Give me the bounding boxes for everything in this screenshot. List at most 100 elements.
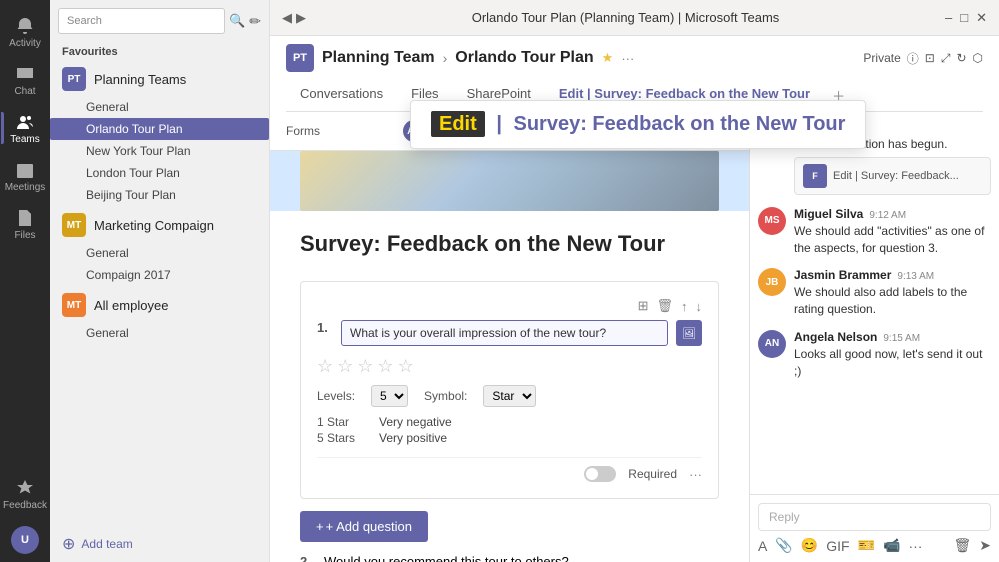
toolbar-icon-4[interactable]: ⬡ bbox=[973, 51, 983, 65]
nav-item-activity[interactable]: Activity bbox=[1, 8, 49, 56]
breadcrumb-arrow: › bbox=[443, 50, 448, 66]
move-up-icon[interactable]: ↑ bbox=[681, 299, 688, 314]
team-avatar-mc: MT bbox=[62, 213, 86, 237]
forward-arrow[interactable]: ▶ bbox=[296, 10, 306, 26]
add-question-button[interactable]: + + Add question bbox=[300, 511, 428, 542]
symbol-select[interactable]: Star bbox=[483, 385, 536, 407]
tooltip-content: Edit | Survey: Feedback on the New Tour bbox=[431, 113, 749, 136]
nav-item-meetings[interactable]: Meetings bbox=[1, 152, 49, 200]
team-item-marketing[interactable]: MT Marketing Compaign bbox=[50, 208, 269, 242]
grid-icon[interactable]: ⊞ bbox=[638, 298, 649, 314]
move-down-icon[interactable]: ↓ bbox=[696, 299, 703, 314]
channel-item-newyork[interactable]: New York Tour Plan bbox=[50, 140, 269, 162]
question-card-1: ⊞ 🗑 ↑ ↓ 1. 🖼 ☆ ☆ ☆ bbox=[300, 281, 719, 499]
channel-item-beijing[interactable]: Beijing Tour Plan bbox=[50, 184, 269, 206]
window-title: Orlando Tour Plan (Planning Team) | Micr… bbox=[314, 10, 937, 25]
channel-item-general-mc[interactable]: General bbox=[50, 242, 269, 264]
minimize-button[interactable]: – bbox=[945, 10, 952, 26]
team-item-allemployee[interactable]: MT All employee bbox=[50, 288, 269, 322]
search-icon[interactable]: 🔍 bbox=[229, 13, 245, 29]
chat-reply-input[interactable]: Reply bbox=[758, 503, 991, 531]
star-icon[interactable]: ★ bbox=[602, 50, 614, 66]
question-more-icon[interactable]: ··· bbox=[689, 467, 702, 482]
chat-avatar-2: JB bbox=[758, 268, 786, 296]
chat-msg-time-2: 9:13 AM bbox=[897, 271, 934, 282]
channel-item-general-pt[interactable]: General bbox=[50, 96, 269, 118]
user-avatar[interactable]: U bbox=[11, 526, 39, 554]
tab-conversations[interactable]: Conversations bbox=[286, 80, 397, 112]
star-2: ☆ bbox=[337, 356, 353, 377]
emoji-icon[interactable]: 😊 bbox=[801, 537, 818, 554]
chat-msg-body-2: Jasmin Brammer 9:13 AM We should also ad… bbox=[794, 268, 991, 318]
team-group-mc: MT Marketing Compaign General Compaign 2… bbox=[50, 208, 269, 286]
channel-item-london[interactable]: London Tour Plan bbox=[50, 162, 269, 184]
chat-msg-time-3: 9:15 AM bbox=[883, 333, 920, 344]
more-icon[interactable]: ··· bbox=[621, 51, 634, 66]
required-toggle[interactable] bbox=[584, 466, 616, 482]
chat-messages: K Kat 9:10 AM Tab conversation has begun… bbox=[750, 112, 999, 494]
question-1-input[interactable] bbox=[341, 320, 668, 346]
toolbar-icon-2[interactable]: ⤢ bbox=[941, 51, 951, 66]
format-icon[interactable]: A bbox=[758, 538, 767, 554]
delete-msg-icon[interactable]: 🗑 bbox=[953, 537, 971, 554]
nav-item-teams[interactable]: Teams bbox=[1, 104, 49, 152]
rating-options: Levels: 5 Symbol: Star bbox=[317, 385, 702, 407]
chat-msg-3: AN Angela Nelson 9:15 AM Looks all good … bbox=[758, 330, 991, 380]
attach-icon[interactable]: 📎 bbox=[775, 537, 792, 554]
toolbar-icon-1[interactable]: ⊡ bbox=[925, 51, 935, 65]
nav-arrows: ◀ ▶ bbox=[282, 10, 306, 26]
add-team-button[interactable]: ⊕ Add team bbox=[50, 526, 269, 562]
close-button[interactable]: ✕ bbox=[976, 10, 987, 26]
channel-name-text: Orlando Tour Plan bbox=[455, 49, 593, 67]
symbol-label: Symbol: bbox=[424, 389, 467, 403]
channel-item-compaign[interactable]: Compaign 2017 bbox=[50, 264, 269, 286]
form-content: Survey: Feedback on the New Tour ⊞ 🗑 ↑ ↓… bbox=[270, 151, 749, 562]
star-1: ☆ bbox=[317, 356, 333, 377]
private-label: Private bbox=[863, 51, 900, 65]
label-row-1: 1 Star Very negative bbox=[317, 415, 702, 429]
star-5: ☆ bbox=[398, 356, 414, 377]
star-3: ☆ bbox=[357, 356, 373, 377]
question-2-text: Would you recommend this tour to others? bbox=[324, 554, 569, 562]
maximize-button[interactable]: □ bbox=[960, 10, 968, 26]
chat-msg-2: JB Jasmin Brammer 9:13 AM We should also… bbox=[758, 268, 991, 318]
nav-item-chat[interactable]: Chat bbox=[1, 56, 49, 104]
send-icon[interactable]: ➤ bbox=[979, 537, 991, 554]
chat-msg-name-1: Miguel Silva bbox=[794, 207, 863, 221]
delete-icon[interactable]: 🗑 bbox=[656, 298, 673, 314]
nav-item-feedback[interactable]: Feedback bbox=[1, 470, 49, 518]
compose-icon[interactable]: ✏ bbox=[249, 13, 261, 30]
search-input[interactable]: Search bbox=[58, 8, 225, 34]
channel-item-orlando[interactable]: Orlando Tour Plan bbox=[50, 118, 269, 140]
form-header-banner bbox=[270, 151, 749, 211]
chat-msg-name-2: Jasmin Brammer bbox=[794, 268, 891, 282]
preview-text-0: Edit | Survey: Feedback... bbox=[833, 170, 959, 182]
info-icon[interactable]: ⓘ bbox=[907, 50, 919, 67]
chat-avatar-3: AN bbox=[758, 330, 786, 358]
team-avatar-pt: PT bbox=[62, 67, 86, 91]
chat-msg-body-1: Miguel Silva 9:12 AM We should add "acti… bbox=[794, 207, 991, 257]
meeting-icon[interactable]: 📹 bbox=[883, 537, 900, 554]
gif-icon[interactable]: GIF bbox=[826, 538, 849, 554]
chat-avatar-1: MS bbox=[758, 207, 786, 235]
chat-panel: K Kat 9:10 AM Tab conversation has begun… bbox=[749, 112, 999, 562]
search-area: Search 🔍 ✏ bbox=[50, 0, 269, 42]
tooltip-pipe: | bbox=[491, 113, 508, 135]
required-label: Required bbox=[628, 467, 677, 481]
active-tab-tooltip: Edit | Survey: Feedback on the New Tour bbox=[410, 112, 749, 149]
nav-item-files[interactable]: Files bbox=[1, 200, 49, 248]
channel-item-general-ae[interactable]: General bbox=[50, 322, 269, 344]
team-item-planning[interactable]: PT Planning Teams bbox=[50, 62, 269, 96]
toolbar-icon-3[interactable]: ↻ bbox=[956, 51, 966, 65]
chat-msg-header-2: Jasmin Brammer 9:13 AM bbox=[794, 268, 991, 282]
sticker-icon[interactable]: 🎫 bbox=[858, 537, 875, 554]
more-tools-icon[interactable]: ··· bbox=[908, 538, 922, 554]
label-row-5: 5 Stars Very positive bbox=[317, 431, 702, 445]
back-arrow[interactable]: ◀ bbox=[282, 10, 292, 26]
image-btn-1[interactable]: 🖼 bbox=[676, 320, 702, 346]
chat-msg-name-3: Angela Nelson bbox=[794, 330, 877, 344]
chat-msg-time-1: 9:12 AM bbox=[869, 210, 906, 221]
levels-select[interactable]: 5 bbox=[371, 385, 408, 407]
rating-stars-1: ☆ ☆ ☆ ☆ ☆ bbox=[317, 356, 702, 377]
question-2-number: 2. bbox=[300, 554, 316, 562]
